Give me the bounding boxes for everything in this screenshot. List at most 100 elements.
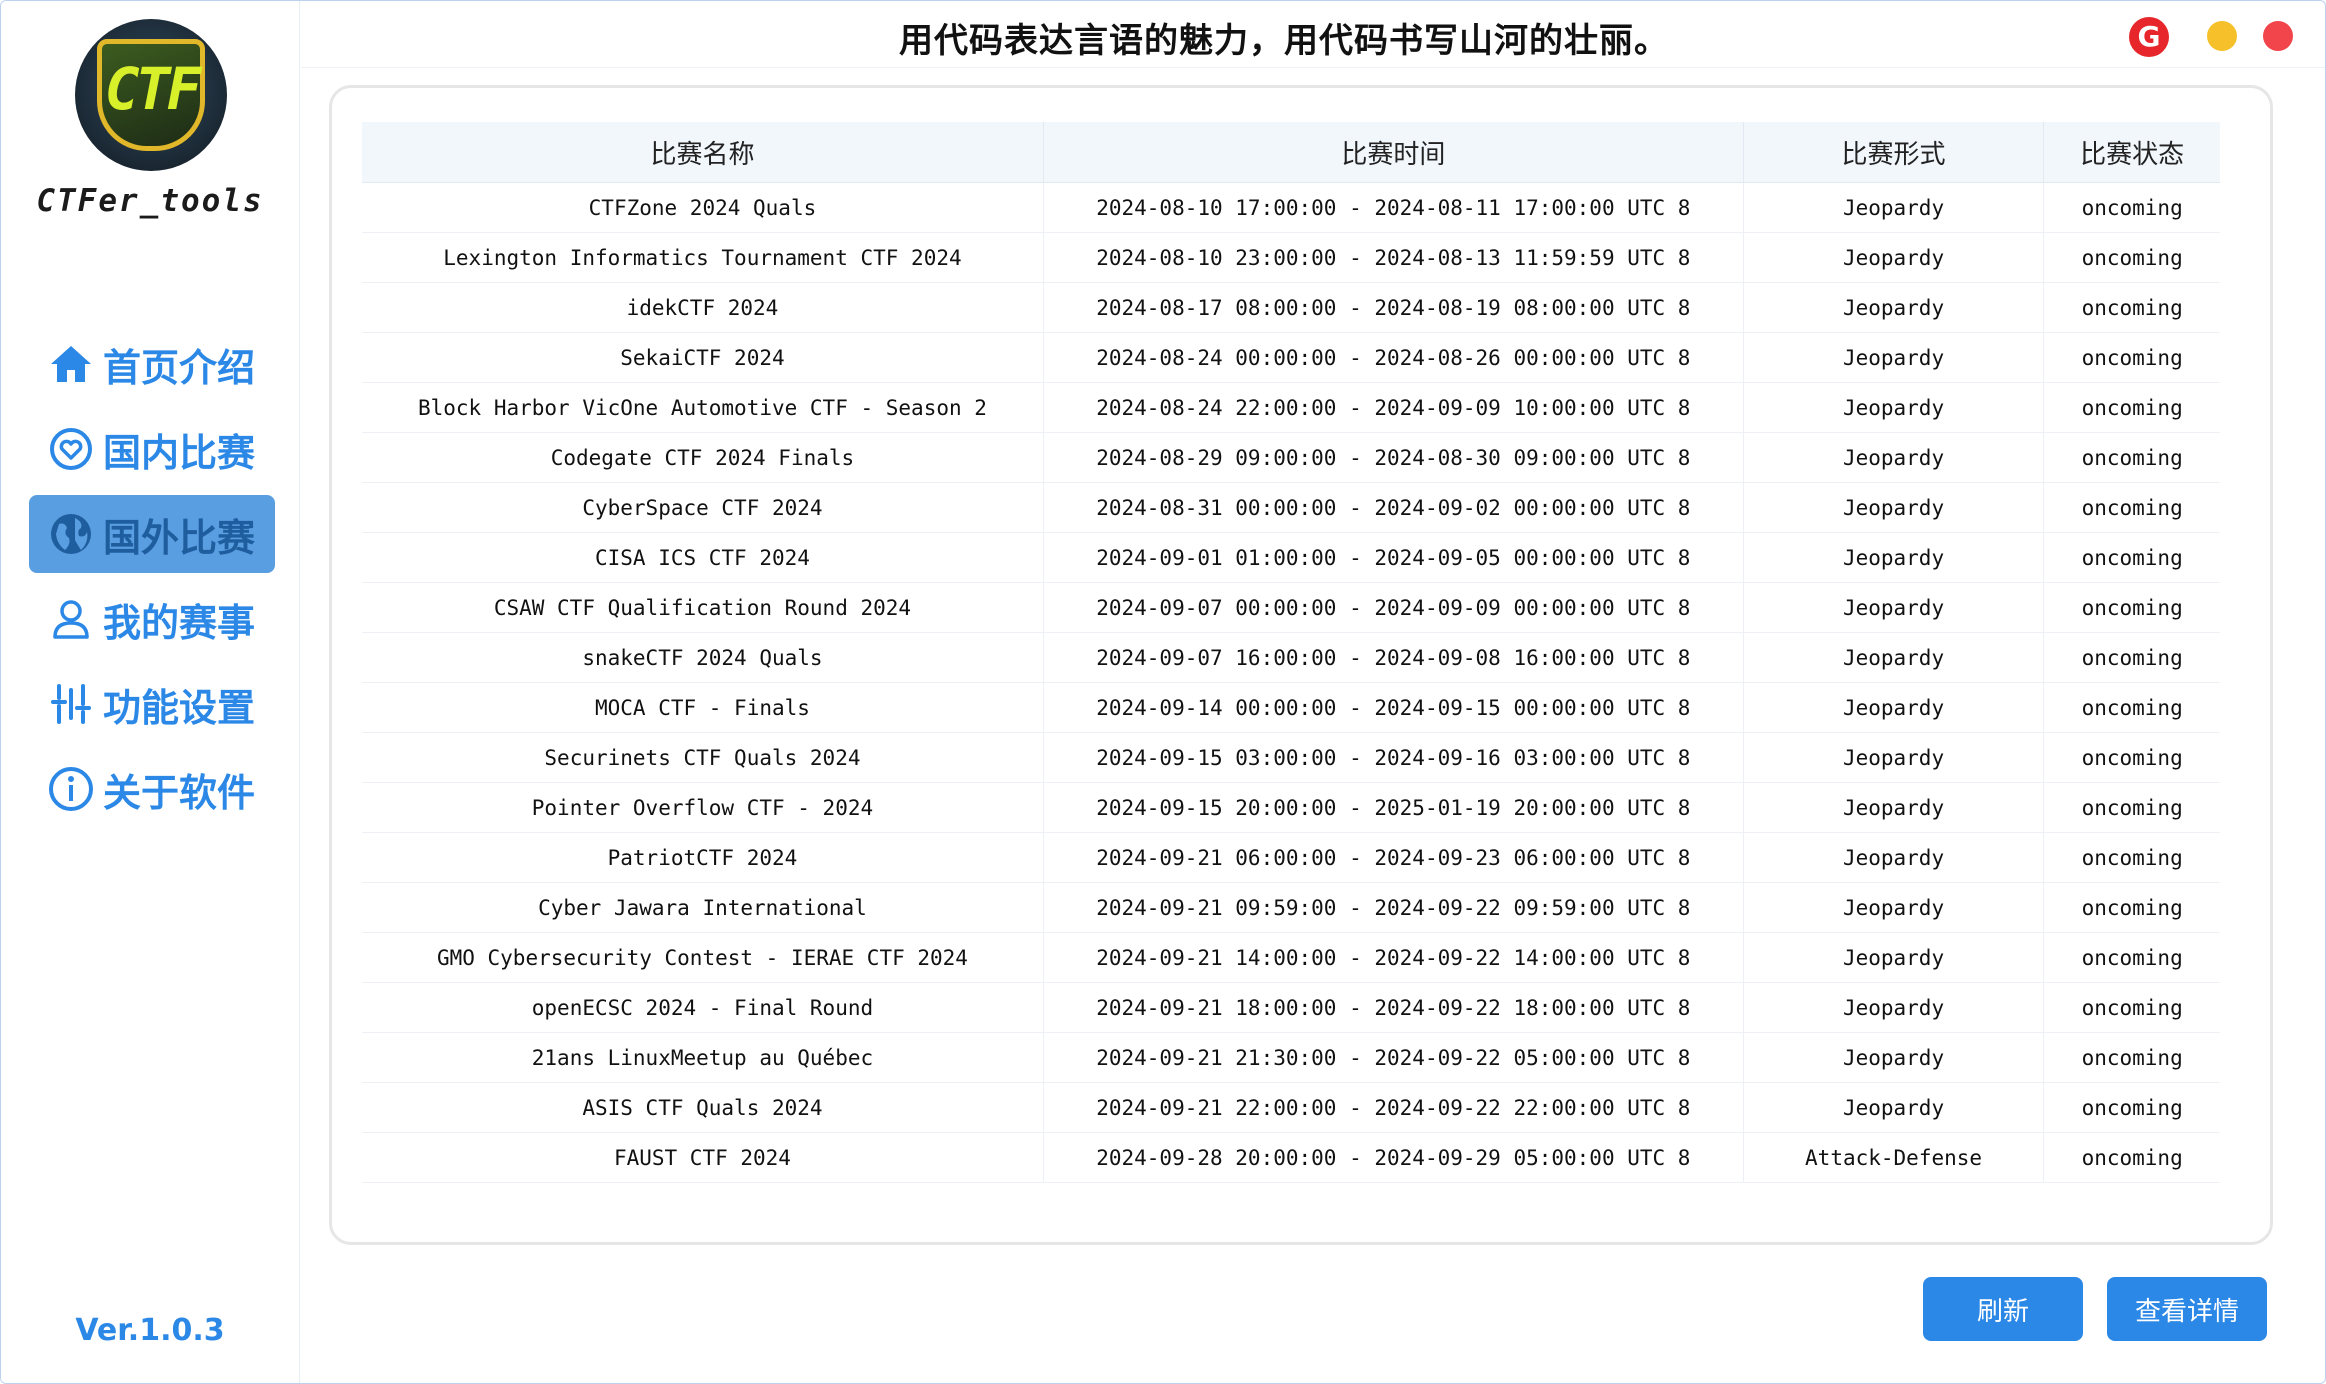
cell-format: Jeopardy	[1744, 183, 2045, 232]
table-row[interactable]: CyberSpace CTF 2024 2024-08-31 00:00:00 -…	[362, 483, 2220, 533]
cell-time: 2024-09-21 14:00:00 - 2024-09-22 14:00:0…	[1044, 933, 1744, 982]
table-row[interactable]: CSAW CTF Qualification Round 2024 2024-09…	[362, 583, 2220, 633]
cell-format: Jeopardy	[1744, 983, 2045, 1032]
cell-status: oncoming	[2081, 795, 2183, 820]
app-window: CTF CTFer_tools 首页介绍 国内比赛 国外比赛 我的赛事 功能设置…	[0, 0, 2326, 1384]
contest-table: 比赛名称 比赛时间 比赛形式 比赛状态 CTFZone 2024 Quals 20…	[362, 122, 2220, 1183]
cell-status: oncoming	[2081, 295, 2183, 320]
cell-name: Lexington Informatics Tournament CTF 202…	[362, 233, 1044, 282]
sidebar-item-label: 国内比赛	[103, 430, 256, 475]
app-logo: CTF	[75, 19, 227, 171]
cell-format: Jeopardy	[1744, 733, 2045, 782]
cell-time: 2024-08-10 17:00:00 - 2024-08-11 17:00:0…	[1044, 183, 1744, 232]
cell-status: oncoming	[2081, 1095, 2183, 1120]
cell-status: oncoming	[2081, 745, 2183, 770]
cell-status: oncoming	[2081, 345, 2183, 370]
sidebar-item-settings[interactable]: 功能设置	[29, 665, 275, 743]
table-row[interactable]: PatriotCTF 2024 2024-09-21 06:00:00 - 202…	[362, 833, 2220, 883]
table-row[interactable]: ASIS CTF Quals 2024 2024-09-21 22:00:00 -…	[362, 1083, 2220, 1133]
sidebar-item-my-events[interactable]: 我的赛事	[29, 580, 275, 658]
app-name: CTFer_tools	[36, 183, 264, 219]
table-row[interactable]: idekCTF 2024 2024-08-17 08:00:00 - 2024-0…	[362, 283, 2220, 333]
table-row[interactable]: CTFZone 2024 Quals 2024-08-10 17:00:00 - …	[362, 183, 2220, 233]
cell-time: 2024-09-21 21:30:00 - 2024-09-22 05:00:0…	[1044, 1033, 1744, 1082]
header-status[interactable]: 比赛状态	[2044, 122, 2220, 182]
cell-time: 2024-08-29 09:00:00 - 2024-08-30 09:00:0…	[1044, 433, 1744, 482]
refresh-button[interactable]: 刷新	[1923, 1277, 2083, 1341]
cell-name: FAUST CTF 2024	[362, 1133, 1044, 1182]
sidebar-item-domestic[interactable]: 国内比赛	[29, 410, 275, 488]
cell-name: CISA ICS CTF 2024	[362, 533, 1044, 582]
version-label: Ver.1.0.3	[75, 1313, 225, 1348]
title-bar[interactable]: 用代码表达言语的魅力，用代码书写山河的壮丽。 G	[301, 1, 2325, 68]
cell-name: CSAW CTF Qualification Round 2024	[362, 583, 1044, 632]
cell-format: Jeopardy	[1744, 1033, 2045, 1082]
cell-status: oncoming	[2081, 1045, 2183, 1070]
cell-status: oncoming	[2081, 545, 2183, 570]
close-button[interactable]	[2263, 21, 2293, 51]
table-row[interactable]: CISA ICS CTF 2024 2024-09-01 01:00:00 - 2…	[362, 533, 2220, 583]
cell-status: oncoming	[2081, 395, 2183, 420]
cell-status: oncoming	[2081, 245, 2183, 270]
cell-format: Attack-Defense	[1744, 1133, 2045, 1182]
cell-format: Jeopardy	[1744, 533, 2045, 582]
home-icon	[45, 338, 97, 390]
table-row[interactable]: MOCA CTF - Finals 2024-09-14 00:00:00 - 2…	[362, 683, 2220, 733]
cell-format: Jeopardy	[1744, 933, 2045, 982]
cell-name: Securinets CTF Quals 2024	[362, 733, 1044, 782]
cell-name: Cyber Jawara International	[362, 883, 1044, 932]
cell-format: Jeopardy	[1744, 683, 2045, 732]
cell-format: Jeopardy	[1744, 233, 2045, 282]
sidebar-item-label: 功能设置	[103, 685, 256, 730]
cell-status: oncoming	[2081, 495, 2183, 520]
header-format[interactable]: 比赛形式	[1744, 122, 2045, 182]
cell-time: 2024-08-10 23:00:00 - 2024-08-13 11:59:5…	[1044, 233, 1744, 282]
cell-format: Jeopardy	[1744, 833, 2045, 882]
table-row[interactable]: Cyber Jawara International 2024-09-21 09:…	[362, 883, 2220, 933]
table-row[interactable]: GMO Cybersecurity Contest - IERAE CTF 20…	[362, 933, 2220, 983]
cell-format: Jeopardy	[1744, 333, 2045, 382]
cell-time: 2024-09-15 20:00:00 - 2025-01-19 20:00:0…	[1044, 783, 1744, 832]
g-app-icon[interactable]: G	[2129, 17, 2169, 57]
cell-time: 2024-09-28 20:00:00 - 2024-09-29 05:00:0…	[1044, 1133, 1744, 1182]
cell-format: Jeopardy	[1744, 783, 2045, 832]
sidebar-item-home[interactable]: 首页介绍	[29, 325, 275, 403]
cell-status: oncoming	[2081, 995, 2183, 1020]
cell-format: Jeopardy	[1744, 583, 2045, 632]
cell-name: Pointer Overflow CTF - 2024	[362, 783, 1044, 832]
cell-name: idekCTF 2024	[362, 283, 1044, 332]
cell-time: 2024-09-01 01:00:00 - 2024-09-05 00:00:0…	[1044, 533, 1744, 582]
table-row[interactable]: Lexington Informatics Tournament CTF 202…	[362, 233, 2220, 283]
sidebar-item-label: 关于软件	[103, 770, 256, 815]
cell-name: Block Harbor VicOne Automotive CTF - Sea…	[362, 383, 1044, 432]
table-header: 比赛名称 比赛时间 比赛形式 比赛状态	[362, 122, 2220, 183]
table-row[interactable]: SekaiCTF 2024 2024-08-24 00:00:00 - 2024-…	[362, 333, 2220, 383]
cell-status: oncoming	[2081, 595, 2183, 620]
table-row[interactable]: openECSC 2024 - Final Round 2024-09-21 18…	[362, 983, 2220, 1033]
table-body: CTFZone 2024 Quals 2024-08-10 17:00:00 - …	[362, 183, 2220, 1183]
cell-format: Jeopardy	[1744, 433, 2045, 482]
cell-status: oncoming	[2081, 445, 2183, 470]
table-row[interactable]: snakeCTF 2024 Quals 2024-09-07 16:00:00 -…	[362, 633, 2220, 683]
header-time[interactable]: 比赛时间	[1044, 122, 1744, 182]
sidebar: CTF CTFer_tools 首页介绍 国内比赛 国外比赛 我的赛事 功能设置…	[1, 1, 300, 1383]
sidebar-item-about[interactable]: 关于软件	[29, 750, 275, 828]
view-details-button[interactable]: 查看详情	[2107, 1277, 2267, 1341]
contest-table-card: 比赛名称 比赛时间 比赛形式 比赛状态 CTFZone 2024 Quals 20…	[329, 85, 2273, 1245]
table-row[interactable]: 21ans LinuxMeetup au Québec 2024-09-21 21…	[362, 1033, 2220, 1083]
cell-time: 2024-08-24 00:00:00 - 2024-08-26 00:00:0…	[1044, 333, 1744, 382]
cell-format: Jeopardy	[1744, 1083, 2045, 1132]
table-row[interactable]: FAUST CTF 2024 2024-09-28 20:00:00 - 2024…	[362, 1133, 2220, 1183]
sidebar-item-international[interactable]: 国外比赛	[29, 495, 275, 573]
cell-time: 2024-09-21 06:00:00 - 2024-09-23 06:00:0…	[1044, 833, 1744, 882]
header-name[interactable]: 比赛名称	[362, 122, 1044, 182]
table-row[interactable]: Block Harbor VicOne Automotive CTF - Sea…	[362, 383, 2220, 433]
table-row[interactable]: Pointer Overflow CTF - 2024 2024-09-15 20…	[362, 783, 2220, 833]
table-row[interactable]: Codegate CTF 2024 Finals 2024-08-29 09:00…	[362, 433, 2220, 483]
sidebar-item-label: 首页介绍	[103, 345, 256, 390]
sidebar-item-label: 国外比赛	[103, 515, 256, 560]
minimize-button[interactable]	[2207, 21, 2237, 51]
cell-time: 2024-09-14 00:00:00 - 2024-09-15 00:00:0…	[1044, 683, 1744, 732]
table-row[interactable]: Securinets CTF Quals 2024 2024-09-15 03:0…	[362, 733, 2220, 783]
cell-status: oncoming	[2081, 1145, 2183, 1170]
